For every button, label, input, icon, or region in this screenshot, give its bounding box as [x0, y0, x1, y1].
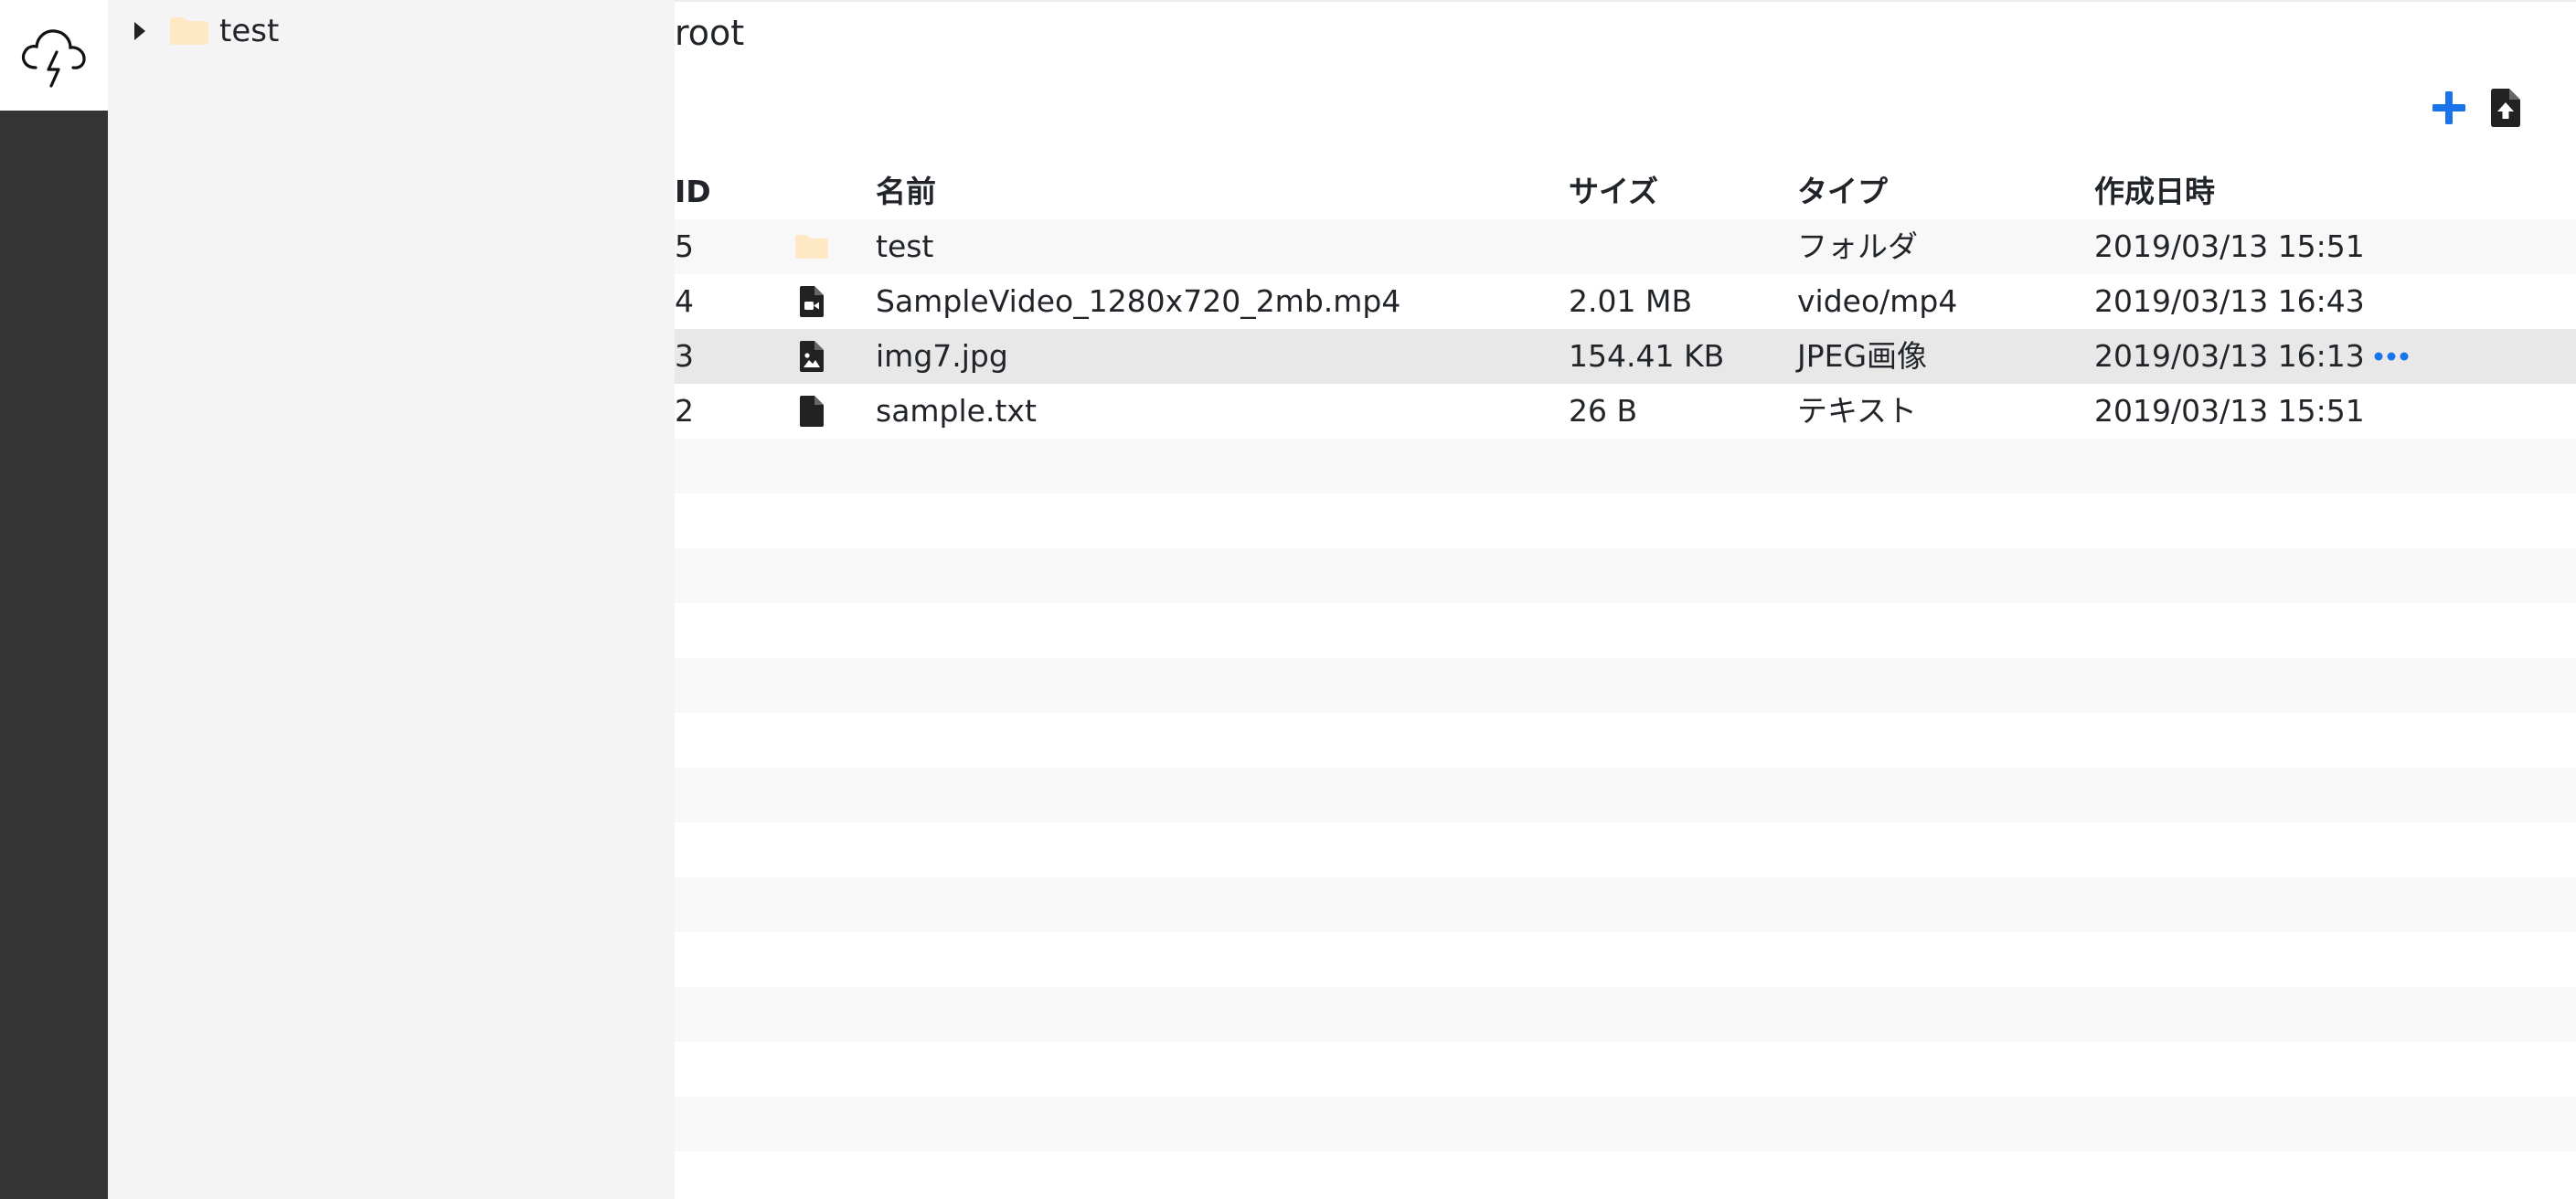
folder-icon: [784, 219, 839, 274]
row-id: 2: [675, 393, 694, 429]
more-horizontal-icon: [2374, 352, 2409, 361]
tree-item-label: test: [219, 13, 280, 49]
file-icon: [784, 384, 839, 439]
file-table: ID 名前 サイズ タイプ 作成日時 5 test フォルダ 2019/03/1…: [675, 164, 2576, 1199]
upload-file-button[interactable]: [2486, 88, 2525, 128]
empty-row: [675, 1042, 2576, 1097]
cloud-lightning-icon: [21, 28, 86, 88]
empty-row: [675, 768, 2576, 822]
folder-icon: [170, 17, 208, 45]
table-row[interactable]: 4 SampleVideo_1280x720_2mb.mp4 2.01 MB v…: [675, 274, 2576, 329]
file-upload-icon: [2491, 89, 2520, 127]
column-header-created[interactable]: 作成日時: [2094, 164, 2215, 219]
row-id: 3: [675, 338, 694, 374]
empty-row: [675, 822, 2576, 877]
empty-table-area: [675, 439, 2576, 1199]
breadcrumb: root: [675, 11, 744, 55]
breadcrumb-current[interactable]: root: [675, 13, 744, 53]
column-header-name[interactable]: 名前: [876, 164, 936, 219]
row-name[interactable]: test: [876, 219, 933, 274]
folder-tree-panel: test: [108, 0, 675, 1199]
row-type: テキスト: [1797, 393, 1918, 429]
table-header-row: ID 名前 サイズ タイプ 作成日時: [675, 164, 2576, 219]
row-id: 5: [675, 228, 694, 264]
left-rail: [0, 0, 108, 1199]
empty-row: [675, 987, 2576, 1042]
row-type: JPEG画像: [1797, 338, 1928, 374]
table-row[interactable]: 3 img7.jpg 154.41 KB JPEG画像 2019/03/13 1…: [675, 329, 2576, 384]
row-name[interactable]: SampleVideo_1280x720_2mb.mp4: [876, 274, 1400, 329]
toolbar: [2430, 88, 2525, 128]
empty-row: [675, 1097, 2576, 1151]
empty-row: [675, 877, 2576, 932]
row-name[interactable]: sample.txt: [876, 384, 1037, 439]
main-content: root ID 名前 サイズ タイプ 作成日時 5 test フォルダ 2019…: [675, 0, 2576, 1199]
add-button[interactable]: [2430, 88, 2468, 128]
row-type: フォルダ: [1797, 228, 1918, 264]
image-file-icon: [784, 329, 839, 384]
row-size: 26 B: [1569, 393, 1638, 429]
empty-row: [675, 548, 2576, 603]
empty-row: [675, 713, 2576, 768]
row-size: 154.41 KB: [1569, 338, 1725, 374]
row-created: 2019/03/13 16:43: [2094, 283, 2365, 319]
empty-row: [675, 493, 2576, 548]
row-id: 4: [675, 283, 694, 319]
row-created: 2019/03/13 15:51: [2094, 393, 2365, 429]
empty-row: [675, 1151, 2576, 1199]
empty-row: [675, 932, 2576, 987]
row-created: 2019/03/13 16:13: [2094, 338, 2365, 374]
empty-row: [675, 603, 2576, 658]
row-type: video/mp4: [1797, 283, 1958, 319]
video-file-icon: [784, 274, 839, 329]
plus-icon: [2432, 91, 2465, 124]
row-name[interactable]: img7.jpg: [876, 329, 1008, 384]
empty-row: [675, 439, 2576, 493]
more-actions-button[interactable]: [2364, 329, 2419, 384]
caret-right-icon[interactable]: [126, 17, 154, 45]
row-size: 2.01 MB: [1569, 283, 1693, 319]
table-row[interactable]: 5 test フォルダ 2019/03/13 15:51: [675, 219, 2576, 274]
column-header-id[interactable]: ID: [675, 164, 711, 219]
column-header-type[interactable]: タイプ: [1797, 164, 1888, 219]
tree-item-test[interactable]: test: [126, 9, 279, 53]
table-row[interactable]: 2 sample.txt 26 B テキスト 2019/03/13 15:51: [675, 384, 2576, 439]
empty-row: [675, 658, 2576, 713]
app-logo[interactable]: [0, 0, 108, 111]
row-created: 2019/03/13 15:51: [2094, 228, 2365, 264]
column-header-size[interactable]: サイズ: [1569, 164, 1658, 219]
app-root: test root ID 名前 サイズ タイプ 作成日時 5 test フォルダ…: [0, 0, 2576, 1199]
